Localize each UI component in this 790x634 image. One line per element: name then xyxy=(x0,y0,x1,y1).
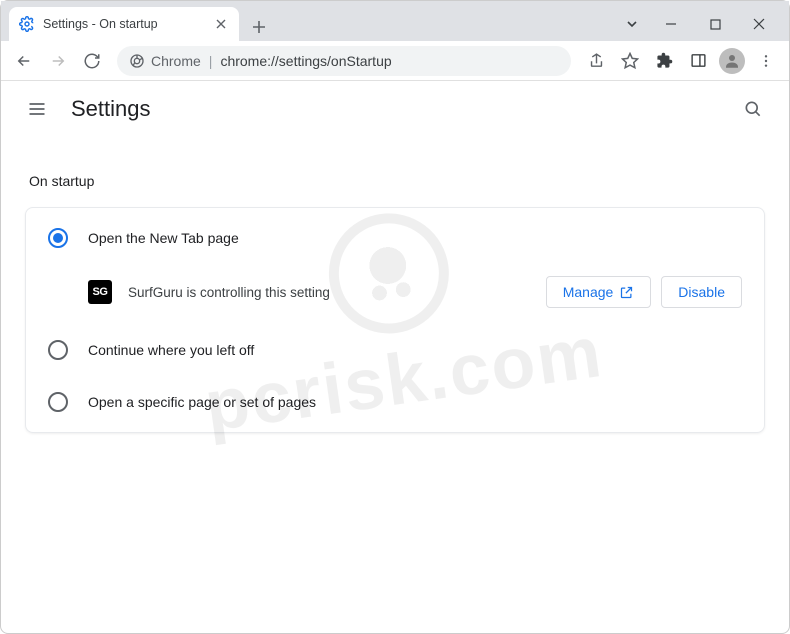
profile-button[interactable] xyxy=(717,46,747,76)
close-window-button[interactable] xyxy=(737,9,781,39)
settings-content: On startup Open the New Tab page SG Surf… xyxy=(1,137,789,457)
menu-icon xyxy=(27,99,47,119)
option-label: Continue where you left off xyxy=(88,342,254,358)
address-bar[interactable]: Chrome | chrome://settings/onStartup xyxy=(117,46,571,76)
url-divider: | xyxy=(209,53,213,69)
open-external-icon xyxy=(619,285,634,300)
puzzle-icon xyxy=(656,52,673,69)
extension-message: SurfGuru is controlling this setting xyxy=(128,285,530,300)
side-panel-button[interactable] xyxy=(683,46,713,76)
star-icon xyxy=(621,52,639,70)
panel-icon xyxy=(690,52,707,69)
minimize-icon xyxy=(665,18,677,30)
browser-toolbar: Chrome | chrome://settings/onStartup xyxy=(1,41,789,81)
manage-button[interactable]: Manage xyxy=(546,276,652,308)
radio-unselected-icon xyxy=(48,392,68,412)
option-continue[interactable]: Continue where you left off xyxy=(26,324,764,376)
radio-selected-icon xyxy=(48,228,68,248)
extension-control-notice: SG SurfGuru is controlling this setting … xyxy=(26,264,764,324)
share-icon xyxy=(588,52,605,69)
extensions-button[interactable] xyxy=(649,46,679,76)
maximize-icon xyxy=(710,19,721,30)
arrow-left-icon xyxy=(15,52,33,70)
share-button[interactable] xyxy=(581,46,611,76)
page-title: Settings xyxy=(71,96,151,122)
back-button[interactable] xyxy=(9,46,39,76)
search-icon xyxy=(743,99,763,119)
plus-icon xyxy=(252,20,266,34)
arrow-right-icon xyxy=(49,52,67,70)
reload-button[interactable] xyxy=(77,46,107,76)
site-info-button[interactable]: Chrome xyxy=(129,53,201,69)
close-tab-button[interactable] xyxy=(213,16,229,32)
tab-title: Settings - On startup xyxy=(43,17,205,31)
dots-vertical-icon xyxy=(758,53,774,69)
close-icon xyxy=(753,18,765,30)
minimize-button[interactable] xyxy=(649,9,693,39)
bookmark-button[interactable] xyxy=(615,46,645,76)
forward-button[interactable] xyxy=(43,46,73,76)
hamburger-menu-button[interactable] xyxy=(21,93,53,125)
section-title: On startup xyxy=(29,173,765,189)
search-settings-button[interactable] xyxy=(737,93,769,125)
chrome-menu-button[interactable] xyxy=(751,46,781,76)
disable-button[interactable]: Disable xyxy=(661,276,742,308)
startup-options-card: Open the New Tab page SG SurfGuru is con… xyxy=(25,207,765,433)
option-new-tab[interactable]: Open the New Tab page xyxy=(26,212,764,264)
tab-strip: Settings - On startup xyxy=(1,1,789,41)
manage-label: Manage xyxy=(563,284,614,300)
tab-search-button[interactable] xyxy=(615,9,649,39)
browser-tab[interactable]: Settings - On startup xyxy=(9,7,239,41)
option-specific-pages[interactable]: Open a specific page or set of pages xyxy=(26,376,764,428)
extension-logo-icon: SG xyxy=(88,280,112,304)
chrome-logo-icon xyxy=(129,53,145,69)
url-text: chrome://settings/onStartup xyxy=(220,53,391,69)
disable-label: Disable xyxy=(678,284,725,300)
extension-actions: Manage Disable xyxy=(546,276,742,308)
maximize-button[interactable] xyxy=(693,9,737,39)
radio-unselected-icon xyxy=(48,340,68,360)
window-controls xyxy=(615,7,781,41)
option-label: Open a specific page or set of pages xyxy=(88,394,316,410)
chevron-down-icon xyxy=(625,17,639,31)
avatar-icon xyxy=(719,48,745,74)
close-icon xyxy=(216,19,226,29)
settings-header: Settings xyxy=(1,81,789,137)
url-scheme-label: Chrome xyxy=(151,53,201,69)
new-tab-button[interactable] xyxy=(245,13,273,41)
option-label: Open the New Tab page xyxy=(88,230,239,246)
reload-icon xyxy=(83,52,101,70)
settings-gear-icon xyxy=(19,16,35,32)
